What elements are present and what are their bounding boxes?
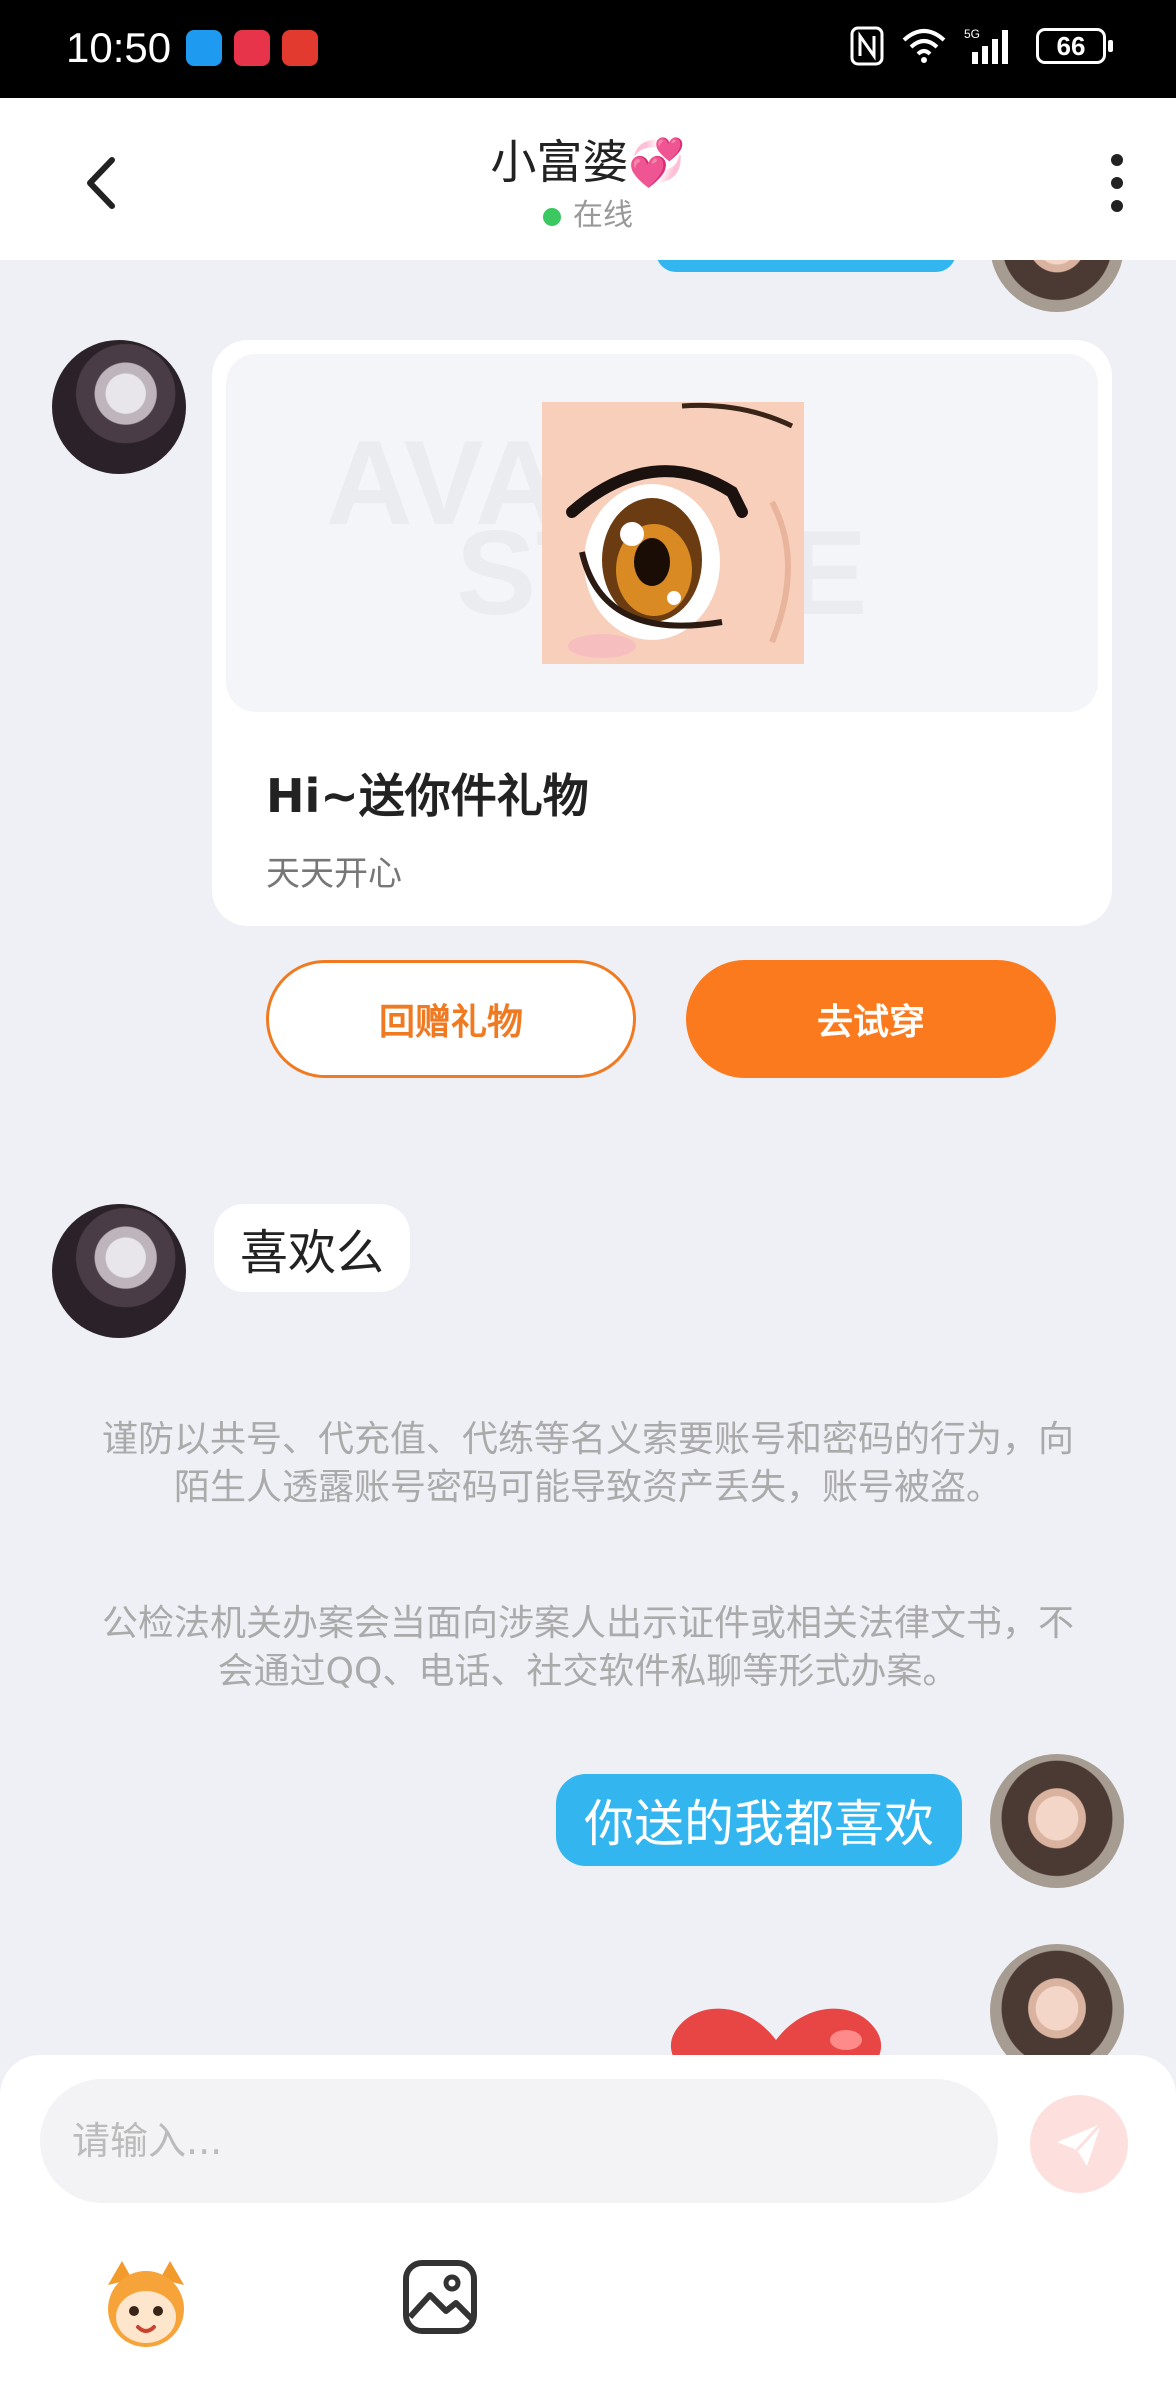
my-avatar-2[interactable] bbox=[990, 1754, 1124, 1888]
contact-avatar[interactable] bbox=[52, 340, 186, 474]
try-on-button[interactable]: 去试穿 bbox=[686, 960, 1056, 1078]
battery-icon: 66 bbox=[1036, 28, 1113, 64]
my-avatar-3[interactable] bbox=[990, 1944, 1124, 2055]
nfc-icon bbox=[850, 26, 884, 66]
svg-text:5G: 5G bbox=[964, 27, 980, 41]
online-dot-icon bbox=[543, 207, 561, 226]
previous-message-bubble bbox=[656, 260, 956, 272]
sent-message-bubble[interactable]: 你送的我都喜欢 bbox=[556, 1774, 962, 1866]
message-input[interactable] bbox=[40, 2079, 998, 2203]
received-message-bubble[interactable]: 喜欢么 bbox=[214, 1204, 411, 1292]
police-notice: 公检法机关办案会当面向涉案人出示证件或相关法律文书，不会通过QQ、电话、社交软件… bbox=[101, 1603, 1074, 1692]
send-button[interactable] bbox=[1030, 2095, 1128, 2193]
my-avatar[interactable] bbox=[990, 260, 1124, 312]
message-list[interactable]: AVATAR STORE bbox=[0, 260, 1176, 2055]
image-picker-icon[interactable] bbox=[400, 2257, 480, 2337]
anime-eye-image bbox=[542, 402, 804, 664]
emoji-sticker-icon[interactable] bbox=[98, 2255, 194, 2351]
send-icon bbox=[1057, 2122, 1103, 2166]
status-bar: 10:50 5G 66 bbox=[0, 0, 1176, 98]
gift-message-card[interactable]: AVATAR STORE bbox=[212, 340, 1112, 1078]
heart-sticker[interactable] bbox=[656, 2000, 896, 2055]
return-gift-button[interactable]: 回赠礼物 bbox=[266, 960, 636, 1078]
gift-title: Hi~送你件礼物 bbox=[266, 769, 589, 823]
online-status-label: 在线 bbox=[573, 198, 633, 233]
shopping-app-icon bbox=[282, 30, 318, 66]
online-status: 在线 bbox=[0, 190, 1176, 234]
huawei-app-icon bbox=[234, 30, 270, 66]
gift-subtitle: 天天开心 bbox=[266, 854, 402, 894]
input-bar bbox=[0, 2055, 1176, 2400]
wifi-icon bbox=[902, 29, 946, 63]
gift-image bbox=[542, 402, 804, 664]
more-options-icon[interactable] bbox=[1102, 148, 1132, 218]
chat-header: 小富婆💞 在线 bbox=[0, 98, 1176, 260]
system-status-icons: 5G 66 bbox=[850, 26, 1113, 66]
notification-icons bbox=[186, 30, 318, 66]
status-time: 10:50 bbox=[66, 24, 172, 71]
signal-5g-icon: 5G bbox=[964, 27, 1008, 64]
contact-avatar-2[interactable] bbox=[52, 1204, 186, 1338]
chat-screen: 10:50 5G 66 小富婆💞 在线 Hi~送你件礼物 天天开心 回赠礼物 去… bbox=[0, 0, 1176, 2400]
fraud-warning-notice: 谨防以共号、代充值、代练等名义索要账号和密码的行为，向陌生人透露账号密码可能导致… bbox=[101, 1419, 1074, 1508]
contact-name: 小富婆💞 bbox=[490, 135, 686, 189]
gift-preview-area: AVATAR STORE bbox=[226, 354, 1098, 712]
message-app-icon bbox=[186, 30, 222, 66]
